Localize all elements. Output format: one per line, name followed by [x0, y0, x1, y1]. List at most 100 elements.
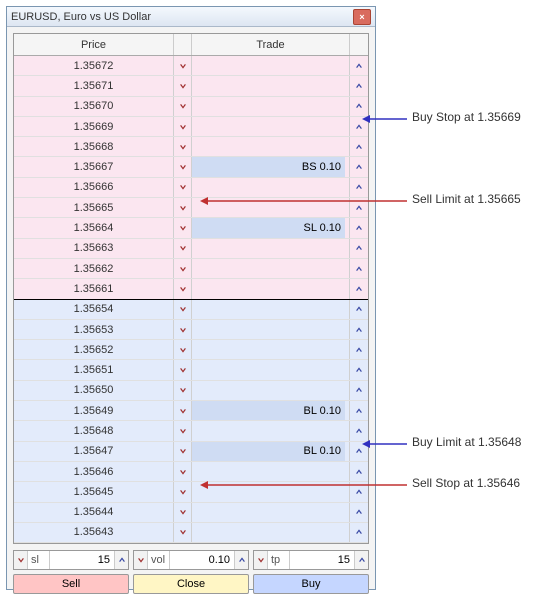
sell-arrow-button[interactable] [174, 137, 192, 156]
price-cell[interactable]: 1.35668 [14, 137, 174, 156]
sl-up-button[interactable] [114, 551, 128, 569]
sell-arrow-button[interactable] [174, 300, 192, 319]
tp-up-button[interactable] [354, 551, 368, 569]
sell-arrow-button[interactable] [174, 178, 192, 197]
price-cell[interactable]: 1.35645 [14, 482, 174, 501]
price-cell[interactable]: 1.35662 [14, 259, 174, 278]
price-cell[interactable]: 1.35651 [14, 360, 174, 379]
price-cell[interactable]: 1.35663 [14, 239, 174, 258]
sell-arrow-button[interactable] [174, 117, 192, 136]
buy-arrow-button[interactable] [350, 157, 368, 176]
sell-arrow-button[interactable] [174, 401, 192, 420]
close-icon: × [359, 12, 364, 22]
price-cell[interactable]: 1.35671 [14, 76, 174, 95]
price-cell[interactable]: 1.35649 [14, 401, 174, 420]
sell-arrow-button[interactable] [174, 482, 192, 501]
buy-arrow-button[interactable] [350, 381, 368, 400]
close-button[interactable]: × [353, 9, 371, 25]
price-cell[interactable]: 1.35653 [14, 320, 174, 339]
trade-cell[interactable]: SL 0.10 [192, 218, 350, 237]
trade-cell[interactable] [192, 56, 350, 75]
trade-cell[interactable] [192, 421, 350, 440]
close-button-action[interactable]: Close [133, 574, 249, 594]
sell-arrow-button[interactable] [174, 340, 192, 359]
price-cell[interactable]: 1.35670 [14, 97, 174, 116]
price-cell[interactable]: 1.35643 [14, 523, 174, 542]
price-row: 1.35667 BS 0.10 [14, 157, 368, 177]
trade-cell[interactable] [192, 381, 350, 400]
buy-arrow-button[interactable] [350, 279, 368, 298]
trade-cell[interactable]: BL 0.10 [192, 401, 350, 420]
price-cell[interactable]: 1.35648 [14, 421, 174, 440]
price-cell[interactable]: 1.35664 [14, 218, 174, 237]
buy-button[interactable]: Buy [253, 574, 369, 594]
trade-cell[interactable] [192, 503, 350, 522]
buy-arrow-button[interactable] [350, 239, 368, 258]
sell-arrow-button[interactable] [174, 76, 192, 95]
sell-arrow-button[interactable] [174, 503, 192, 522]
vol-down-button[interactable] [134, 551, 148, 569]
vol-up-button[interactable] [234, 551, 248, 569]
buy-arrow-button[interactable] [350, 340, 368, 359]
buy-arrow-button[interactable] [350, 300, 368, 319]
sell-arrow-button[interactable] [174, 442, 192, 461]
buy-arrow-button[interactable] [350, 503, 368, 522]
buy-arrow-button[interactable] [350, 218, 368, 237]
price-cell[interactable]: 1.35647 [14, 442, 174, 461]
trade-cell[interactable] [192, 360, 350, 379]
sl-value[interactable]: 15 [50, 551, 114, 569]
trade-cell[interactable] [192, 340, 350, 359]
trade-cell[interactable] [192, 320, 350, 339]
sell-arrow-button[interactable] [174, 218, 192, 237]
trade-cell[interactable] [192, 117, 350, 136]
sell-arrow-button[interactable] [174, 523, 192, 542]
price-cell[interactable]: 1.35665 [14, 198, 174, 217]
sell-button[interactable]: Sell [13, 574, 129, 594]
sell-arrow-button[interactable] [174, 97, 192, 116]
trade-cell[interactable] [192, 239, 350, 258]
sell-arrow-button[interactable] [174, 320, 192, 339]
sell-arrow-button[interactable] [174, 381, 192, 400]
sell-arrow-button[interactable] [174, 360, 192, 379]
trade-cell[interactable] [192, 300, 350, 319]
price-cell[interactable]: 1.35650 [14, 381, 174, 400]
trade-cell[interactable] [192, 97, 350, 116]
price-cell[interactable]: 1.35667 [14, 157, 174, 176]
trade-cell[interactable] [192, 279, 350, 298]
sell-arrow-button[interactable] [174, 421, 192, 440]
tp-down-button[interactable] [254, 551, 268, 569]
buy-arrow-button[interactable] [350, 320, 368, 339]
sl-down-button[interactable] [14, 551, 28, 569]
trade-cell[interactable] [192, 259, 350, 278]
price-cell[interactable]: 1.35661 [14, 279, 174, 298]
buy-arrow-button[interactable] [350, 523, 368, 542]
price-cell[interactable]: 1.35644 [14, 503, 174, 522]
trade-cell[interactable] [192, 137, 350, 156]
price-cell[interactable]: 1.35666 [14, 178, 174, 197]
price-cell[interactable]: 1.35654 [14, 300, 174, 319]
trade-cell[interactable] [192, 76, 350, 95]
sell-arrow-button[interactable] [174, 462, 192, 481]
titlebar[interactable]: EURUSD, Euro vs US Dollar × [7, 7, 375, 27]
price-cell[interactable]: 1.35646 [14, 462, 174, 481]
trade-cell[interactable] [192, 523, 350, 542]
sell-arrow-button[interactable] [174, 239, 192, 258]
trade-cell[interactable]: BS 0.10 [192, 157, 350, 176]
sell-arrow-button[interactable] [174, 56, 192, 75]
price-cell[interactable]: 1.35672 [14, 56, 174, 75]
price-cell[interactable]: 1.35652 [14, 340, 174, 359]
sell-arrow-button[interactable] [174, 279, 192, 298]
vol-value[interactable]: 0.10 [170, 551, 234, 569]
buy-arrow-button[interactable] [350, 401, 368, 420]
buy-arrow-button[interactable] [350, 259, 368, 278]
sell-arrow-button[interactable] [174, 157, 192, 176]
sell-arrow-button[interactable] [174, 198, 192, 217]
sell-arrow-button[interactable] [174, 259, 192, 278]
buy-arrow-button[interactable] [350, 137, 368, 156]
buy-arrow-button[interactable] [350, 360, 368, 379]
price-cell[interactable]: 1.35669 [14, 117, 174, 136]
tp-value[interactable]: 15 [290, 551, 354, 569]
trade-cell[interactable]: BL 0.10 [192, 442, 350, 461]
buy-arrow-button[interactable] [350, 76, 368, 95]
buy-arrow-button[interactable] [350, 56, 368, 75]
